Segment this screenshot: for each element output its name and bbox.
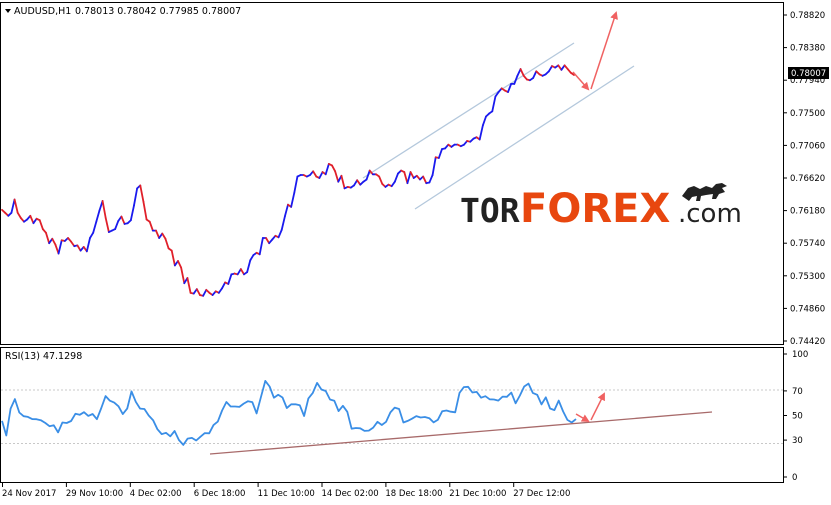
rsi-label: RSI(13) 47.1298 <box>5 351 82 362</box>
price-tick-label: 0.77500 <box>790 109 825 119</box>
chart-canvas: 0.788200.783800.779400.775000.770600.766… <box>0 2 829 499</box>
rsi-tick-label: 70 <box>792 387 803 397</box>
x-tick-label: 14 Dec 02:00 <box>322 489 379 499</box>
x-tick-label: 29 Nov 10:00 <box>66 489 123 499</box>
current-price-value: 0.78007 <box>791 69 826 79</box>
price-tick-label: 0.77060 <box>790 141 825 151</box>
price-tick-label: 0.75300 <box>790 272 825 282</box>
price-tick-label: 0.76620 <box>790 174 825 184</box>
rsi-y-axis: 100 70 50 30 0 <box>783 350 808 483</box>
rsi-pane-frame <box>0 347 784 483</box>
x-tick-label: 21 Dec 10:00 <box>449 489 506 499</box>
x-tick-label: 27 Dec 12:00 <box>513 489 570 499</box>
logo-tor-text: TOR <box>460 191 520 230</box>
price-pane-frame <box>0 2 784 345</box>
torforex-logo: TOR FOREX .com <box>460 183 742 232</box>
price-tick-label: 0.76180 <box>790 207 825 217</box>
x-tick-label: 6 Dec 18:00 <box>194 489 246 499</box>
price-ohlc: 0.78013 0.78042 0.77985 0.78007 <box>75 6 241 17</box>
x-axis: 24 Nov 2017 29 Nov 10:00 4 Dec 02:00 6 Dec … <box>2 483 570 499</box>
x-tick-label: 11 Dec 10:00 <box>258 489 315 499</box>
rsi-tick-label: 30 <box>792 436 803 446</box>
price-tick-label: 0.75740 <box>790 239 825 249</box>
rsi-tick-label: 100 <box>792 350 808 360</box>
price-y-axis: 0.788200.783800.779400.775000.770600.766… <box>783 11 825 347</box>
x-tick-label: 4 Dec 02:00 <box>130 489 182 499</box>
price-tick-label: 0.78380 <box>790 44 825 54</box>
price-tick-label: 0.74420 <box>790 337 825 347</box>
rsi-tick-label: 0 <box>792 473 797 483</box>
price-symbol: AUDUSD,H1 <box>14 6 71 17</box>
x-tick-label: 18 Dec 18:00 <box>385 489 442 499</box>
logo-dotcom-text: .com <box>678 199 742 229</box>
current-price-tag: 0.78007 <box>788 67 829 79</box>
x-tick-label: 24 Nov 2017 <box>2 489 56 499</box>
rsi-tick-label: 50 <box>792 412 803 422</box>
price-header: AUDUSD,H1 0.78013 0.78042 0.77985 0.7800… <box>5 6 241 17</box>
price-tick-label: 0.74860 <box>790 304 825 314</box>
price-tick-label: 0.78820 <box>790 11 825 21</box>
logo-forex-text: FOREX <box>520 186 670 232</box>
